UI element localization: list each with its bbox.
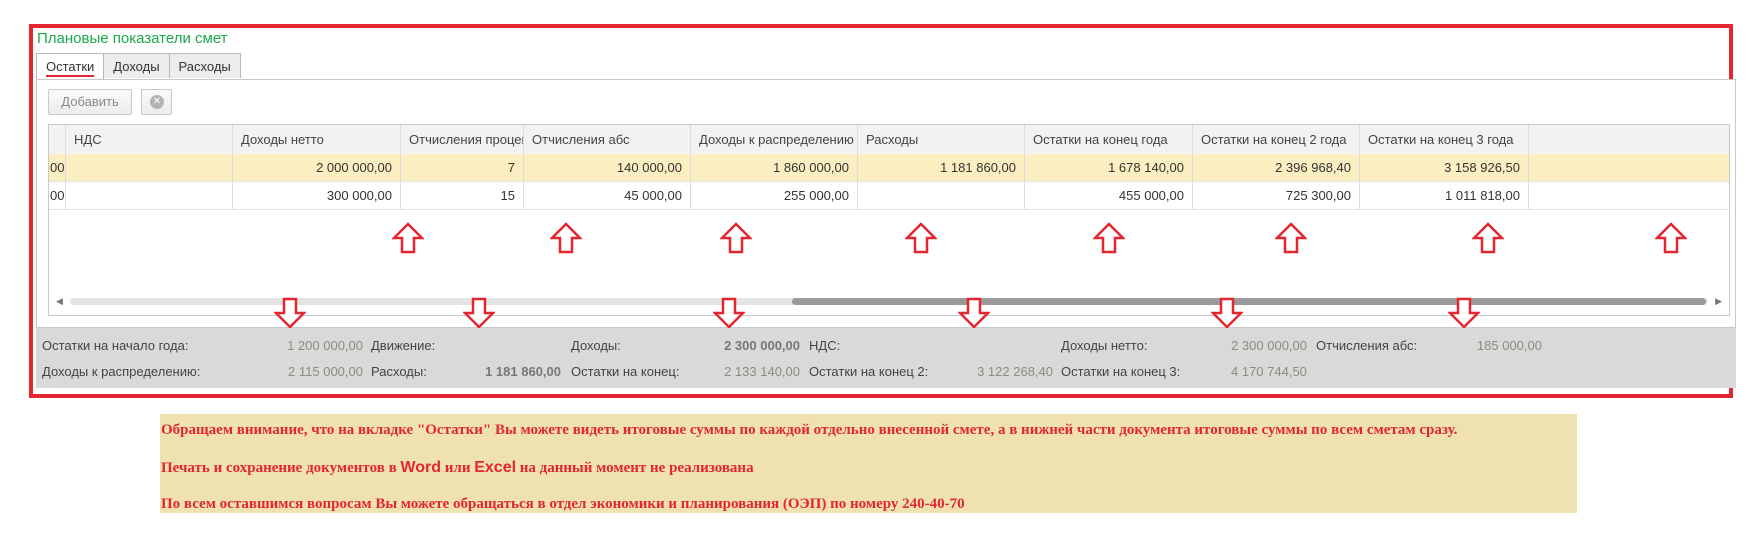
vat-label: НДС: bbox=[809, 338, 841, 353]
delete-button[interactable]: ✕ bbox=[141, 89, 172, 115]
col-header-end-year-3[interactable]: Остатки на конец 3 года bbox=[1360, 125, 1529, 154]
end2-label: Остатки на конец 2: bbox=[809, 364, 929, 379]
distribution-value: 2 115 000,00 bbox=[288, 364, 363, 379]
income-value: 2 300 000,00 bbox=[724, 338, 800, 353]
table-cell bbox=[66, 182, 233, 209]
down-arrow-icon bbox=[463, 297, 495, 329]
table-cell: 455 000,00 bbox=[1025, 182, 1193, 209]
col-header-distribution[interactable]: Доходы к распределению bbox=[691, 125, 858, 154]
scroll-left-icon[interactable]: ◀ bbox=[56, 294, 63, 308]
down-arrow-icon bbox=[958, 297, 990, 329]
end-label: Остатки на конец: bbox=[571, 364, 680, 379]
deductions-label: Отчисления абс: bbox=[1316, 338, 1418, 353]
deductions-value: 185 000,00 bbox=[1476, 338, 1542, 353]
table-row[interactable]: 00 2 000 000,00 7 140 000,00 1 860 000,0… bbox=[49, 154, 1729, 182]
up-arrow-icon bbox=[1655, 222, 1687, 254]
table-cell: 140 000,00 bbox=[524, 154, 691, 181]
down-arrow-icon bbox=[713, 297, 745, 329]
end2-value: 3 122 268,40 bbox=[977, 364, 1053, 379]
end3-value: 4 170 744,50 bbox=[1231, 364, 1307, 379]
expenses-value: 1 181 860,00 bbox=[485, 364, 561, 379]
net-income-label: Доходы нетто: bbox=[1061, 338, 1148, 353]
notice-line-2: Печать и сохранение документов в Word ил… bbox=[161, 459, 754, 477]
distribution-label: Доходы к распределению: bbox=[42, 364, 201, 379]
table-cell: 725 300,00 bbox=[1193, 182, 1360, 209]
end3-label: Остатки на конец 3: bbox=[1061, 364, 1181, 379]
col-header-expenses[interactable]: Расходы bbox=[858, 125, 1025, 154]
col-header-0[interactable] bbox=[49, 125, 66, 154]
up-arrow-icon bbox=[720, 222, 752, 254]
form-title: Плановые показатели смет bbox=[37, 30, 228, 47]
table-cell bbox=[858, 182, 1025, 209]
estimates-table: НДС Доходы нетто Отчисления процент Отчи… bbox=[48, 124, 1730, 316]
up-arrow-icon bbox=[1275, 222, 1307, 254]
table-cell: 255 000,00 bbox=[691, 182, 858, 209]
table-cell: 2 000 000,00 bbox=[233, 154, 401, 181]
close-circle-icon: ✕ bbox=[150, 95, 164, 109]
end-value: 2 133 140,00 bbox=[724, 364, 800, 379]
table-cell: 1 860 000,00 bbox=[691, 154, 858, 181]
tab-ostatki[interactable]: Остатки bbox=[36, 53, 105, 80]
expenses-label: Расходы: bbox=[371, 364, 427, 379]
table-cell: 1 678 140,00 bbox=[1025, 154, 1193, 181]
up-arrow-icon bbox=[550, 222, 582, 254]
tab-ostatki-label: Остатки bbox=[46, 59, 95, 77]
table-cell: 00 bbox=[49, 154, 66, 181]
table-row[interactable]: 00 300 000,00 15 45 000,00 255 000,00 45… bbox=[49, 182, 1729, 210]
col-header-end-year[interactable]: Остатки на конец года bbox=[1025, 125, 1193, 154]
table-cell: 00 bbox=[49, 182, 66, 209]
start-year-label: Остатки на начало года: bbox=[42, 338, 189, 353]
notice-box: Обращаем внимание, что на вкладке "Остат… bbox=[160, 414, 1577, 513]
down-arrow-icon bbox=[274, 297, 306, 329]
table-cell: 7 bbox=[401, 154, 524, 181]
scroll-right-icon[interactable]: ▶ bbox=[1715, 294, 1722, 308]
tab-rashody-label: Расходы bbox=[178, 59, 231, 74]
notice-line-2-b: или bbox=[441, 460, 475, 476]
up-arrow-icon bbox=[1472, 222, 1504, 254]
tab-dohody[interactable]: Доходы bbox=[103, 53, 170, 78]
notice-line-2-c: на данный момент не реализована bbox=[516, 460, 754, 476]
movement-label: Движение: bbox=[371, 338, 436, 353]
scroll-thumb[interactable] bbox=[792, 298, 1706, 305]
up-arrow-icon bbox=[392, 222, 424, 254]
down-arrow-icon bbox=[1448, 297, 1480, 329]
down-arrow-icon bbox=[1211, 297, 1243, 329]
notice-line-2-a: Печать и сохранение документов в bbox=[161, 460, 401, 476]
notice-word: Word bbox=[400, 459, 442, 476]
up-arrow-icon bbox=[905, 222, 937, 254]
table-header: НДС Доходы нетто Отчисления процент Отчи… bbox=[49, 125, 1729, 155]
table-cell: 1 181 860,00 bbox=[858, 154, 1025, 181]
table-cell: 3 158 926,50 bbox=[1360, 154, 1529, 181]
add-button[interactable]: Добавить bbox=[48, 89, 132, 115]
table-cell: 300 000,00 bbox=[233, 182, 401, 209]
net-income-value: 2 300 000,00 bbox=[1231, 338, 1307, 353]
col-header-net-income[interactable]: Доходы нетто bbox=[233, 125, 401, 154]
table-cell: 1 011 818,00 bbox=[1360, 182, 1529, 209]
table-cell: 15 bbox=[401, 182, 524, 209]
table-cell: 2 396 968,40 bbox=[1193, 154, 1360, 181]
notice-line-3: По всем оставшимся вопросам Вы можете об… bbox=[161, 496, 965, 512]
up-arrow-icon bbox=[1093, 222, 1125, 254]
tab-dohody-label: Доходы bbox=[113, 59, 160, 74]
table-cell bbox=[66, 154, 233, 181]
col-header-end-year-2[interactable]: Остатки на конец 2 года bbox=[1193, 125, 1360, 154]
notice-excel: Excel bbox=[474, 459, 517, 476]
income-label: Доходы: bbox=[571, 338, 621, 353]
col-header-deduction-abs[interactable]: Отчисления абс bbox=[524, 125, 691, 154]
col-header-deduction-percent[interactable]: Отчисления процент bbox=[401, 125, 524, 154]
col-header-vat[interactable]: НДС bbox=[66, 125, 233, 154]
table-cell: 45 000,00 bbox=[524, 182, 691, 209]
tab-rashody[interactable]: Расходы bbox=[168, 53, 241, 78]
start-year-value: 1 200 000,00 bbox=[287, 338, 363, 353]
totals-panel: Остатки на начало года: 1 200 000,00 Дви… bbox=[36, 328, 1736, 388]
notice-line-1: Обращаем внимание, что на вкладке "Остат… bbox=[161, 422, 1458, 438]
tab-bar: Остатки Доходы Расходы bbox=[36, 53, 241, 80]
